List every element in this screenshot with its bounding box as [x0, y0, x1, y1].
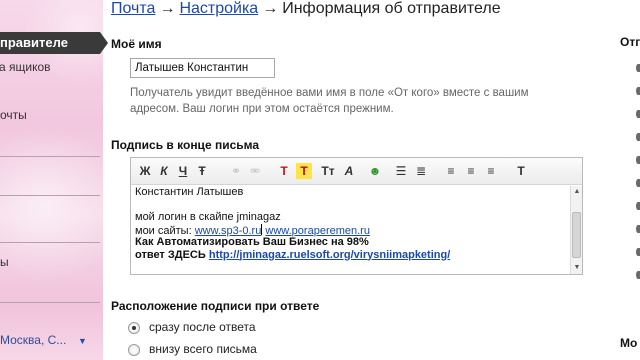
- signature-line: Как Автоматизировать Ваш Бизнес на 98%: [135, 236, 369, 248]
- clear-formatting-icon[interactable]: T: [513, 163, 529, 179]
- sidebar-item-mail[interactable]: очты: [0, 108, 27, 122]
- signature-line: мои сайты: www.sp3-0.ru www.poraperemen.…: [135, 223, 565, 237]
- breadcrumb-arrow: →: [159, 0, 176, 17]
- name-hint: Получатель увидит введённое вами имя в п…: [130, 87, 529, 115]
- sidebar-divider: [0, 195, 100, 196]
- page-title: Информация об отправителе: [282, 0, 501, 17]
- bold-icon[interactable]: Ж: [137, 163, 153, 179]
- sidebar-item-label: ящиков: [9, 60, 51, 74]
- signature-editor: Ж К Ч Ŧ ⚭ ⚮ T T Tт A ☻ ☰ ≣ ≡ ≡ ≡ T Конст…: [130, 157, 583, 275]
- font-icon[interactable]: A: [341, 163, 357, 179]
- radio-bottom-of-letter[interactable]: [128, 344, 140, 356]
- radio-label: внизу всего письма: [149, 342, 257, 356]
- signature-text-area[interactable]: Константин Латышев мой логин в скайпе jm…: [131, 186, 569, 274]
- italic-icon[interactable]: К: [156, 163, 172, 179]
- right-column-heading: Отп: [620, 35, 640, 49]
- right-column-bullet: [636, 271, 640, 279]
- signature-blank-line: [135, 199, 565, 212]
- align-right-icon[interactable]: ≡: [483, 163, 499, 179]
- link-icon[interactable]: ⚭: [228, 163, 244, 179]
- placement-section-label: Расположение подписи при ответе: [111, 299, 320, 313]
- signature-section-label: Подпись в конце письма: [111, 138, 260, 152]
- signature-line: мой логин в скайпе jminagaz: [135, 211, 565, 224]
- right-column-bullet: [636, 110, 640, 118]
- highlight-color-icon[interactable]: T: [296, 163, 312, 179]
- breadcrumb-link-mail[interactable]: Почта: [111, 0, 155, 17]
- sidebar-item-sender-info[interactable]: правителе: [0, 32, 100, 54]
- signature-link[interactable]: www.sp3-0.ru: [195, 225, 262, 237]
- bulleted-list-icon[interactable]: ☰: [393, 163, 409, 179]
- breadcrumb-link-settings[interactable]: Настройка: [179, 0, 258, 17]
- text-cursor: [261, 223, 263, 235]
- name-field[interactable]: [130, 58, 275, 78]
- signature-line: Константин Латышев: [135, 186, 244, 198]
- right-column-bullet: [636, 225, 640, 233]
- name-section-label: Моё имя: [111, 37, 162, 51]
- emoticon-icon[interactable]: ☻: [367, 163, 383, 179]
- signature-link[interactable]: www.poraperemen.ru: [265, 225, 370, 237]
- signature-line-text: мой логин в скайпе jminagaz: [135, 211, 281, 223]
- align-left-icon[interactable]: ≡: [443, 163, 459, 179]
- scroll-up-icon[interactable]: ▲: [571, 186, 583, 198]
- scroll-thumb[interactable]: [572, 212, 581, 258]
- right-column-bullet: [636, 64, 640, 72]
- right-column-bullet: [636, 202, 640, 210]
- breadcrumb-arrow: →: [262, 0, 279, 17]
- editor-scrollbar[interactable]: ▲ ▼: [570, 186, 582, 274]
- text-color-icon[interactable]: T: [276, 163, 292, 179]
- sidebar-divider: [0, 156, 100, 157]
- align-center-icon[interactable]: ≡: [463, 163, 479, 179]
- signature-line-text: мои сайты:: [135, 224, 195, 237]
- sidebar-item-label: очты: [0, 108, 27, 122]
- right-column-bullet: [636, 87, 640, 95]
- chevron-down-icon[interactable]: ▼: [78, 336, 87, 346]
- numbered-list-icon[interactable]: ≣: [413, 163, 429, 179]
- city-selector[interactable]: Москва, С...: [0, 333, 66, 347]
- signature-line: ответ ЗДЕСЬ http://jminagaz.ruelsoft.org…: [135, 249, 565, 262]
- font-size-icon[interactable]: Tт: [318, 163, 338, 179]
- strikethrough-icon[interactable]: Ŧ: [194, 163, 210, 179]
- sidebar-item-mailboxes[interactable]: а ящиков: [0, 60, 51, 74]
- right-column-bullet: [636, 248, 640, 256]
- radio-label: сразу после ответа: [149, 320, 256, 334]
- unlink-icon[interactable]: ⚮: [247, 163, 263, 179]
- right-column-bullet: [636, 179, 640, 187]
- sidebar-item-label: ы: [0, 255, 9, 269]
- sidebar-item-label: правителе: [0, 35, 68, 50]
- right-column-bullet: [636, 156, 640, 164]
- editor-toolbar: Ж К Ч Ŧ ⚭ ⚮ T T Tт A ☻ ☰ ≣ ≡ ≡ ≡ T: [131, 158, 582, 185]
- breadcrumb: Почта → Настройка → Информация об отправител…: [111, 0, 501, 18]
- right-column-bullet: [636, 133, 640, 141]
- sidebar-item-misc[interactable]: ы: [0, 255, 9, 269]
- underline-icon[interactable]: Ч: [175, 163, 191, 179]
- signature-link[interactable]: http://jminagaz.ruelsoft.org/virysniimap…: [209, 249, 450, 261]
- sidebar-divider: [0, 302, 100, 303]
- left-sidebar: [0, 0, 103, 360]
- scroll-down-icon[interactable]: ▼: [571, 262, 583, 274]
- active-nav-pointer: [100, 32, 108, 54]
- sidebar-divider: [0, 242, 100, 243]
- signature-line-text: ответ ЗДЕСЬ: [135, 248, 209, 261]
- right-column-subheading: Мо: [620, 336, 638, 350]
- radio-after-reply[interactable]: [128, 322, 140, 334]
